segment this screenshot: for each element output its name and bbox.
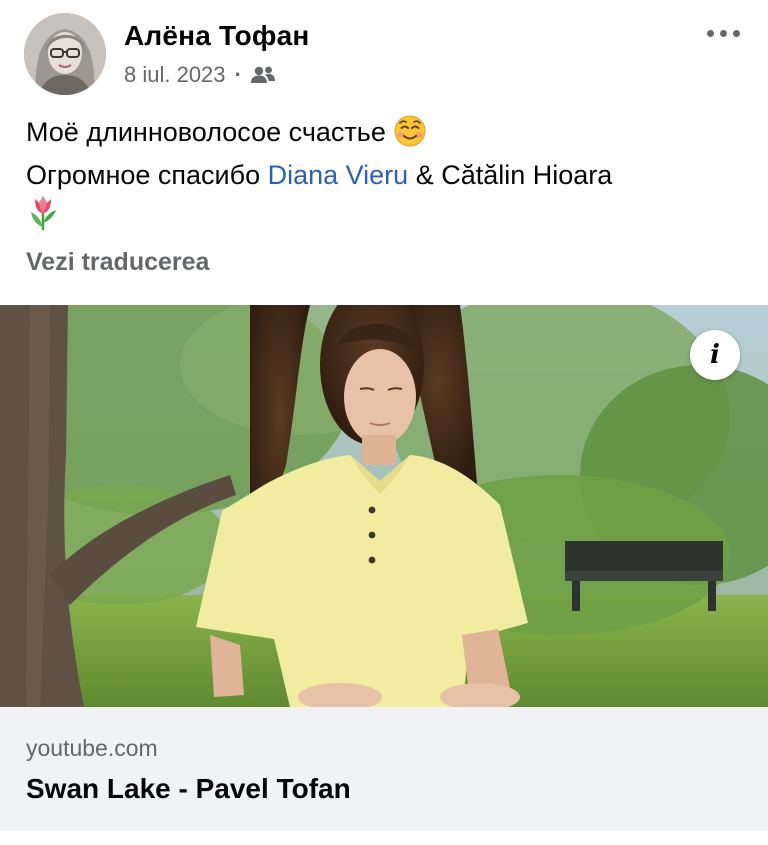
see-translation-link[interactable]: Vezi traducerea <box>26 248 209 277</box>
more-dot <box>732 29 740 37</box>
post-date[interactable]: 8 iul. 2023 <box>124 62 226 88</box>
thumbnail-image <box>0 305 768 707</box>
link-title[interactable]: Swan Lake - Pavel Tofan <box>26 773 351 805</box>
more-dot <box>706 29 714 37</box>
video-thumbnail[interactable] <box>0 305 768 707</box>
post-text-line-1: Моё длинноволосое счастье <box>26 114 746 157</box>
link-domain: youtube.com <box>26 735 158 761</box>
link-preview-card[interactable]: youtube.com Swan Lake - Pavel Tofan <box>0 707 768 831</box>
smiling-face-emoji-icon <box>393 114 427 157</box>
meta-separator: · <box>234 62 242 87</box>
post-meta: 8 iul. 2023 · <box>124 62 276 88</box>
post-text-line-2: Огромное спасибо Diana Vieru & Cătălin H… <box>26 157 746 193</box>
post-text-line-3 <box>26 193 746 240</box>
post-header: Алёна Тофан 8 iul. 2023 · <box>0 0 768 100</box>
post-text: Моё длинноволосое счастье Огромное спаси… <box>26 114 746 240</box>
author-name[interactable]: Алёна Тофан <box>124 20 309 52</box>
more-dot <box>719 29 727 37</box>
tulip-emoji-icon <box>26 193 60 240</box>
mention-link[interactable]: Diana Vieru <box>268 160 409 190</box>
info-icon[interactable]: i <box>690 330 740 380</box>
friends-icon[interactable] <box>250 65 276 85</box>
more-options-icon[interactable] <box>700 18 746 48</box>
avatar[interactable] <box>24 13 106 95</box>
info-glyph: i <box>710 340 720 370</box>
post-text-content: Огромное спасибо <box>26 160 268 190</box>
post-text-content: Моё длинноволосое счастье <box>26 117 386 147</box>
post-text-content: & Cătălin Hioara <box>408 160 613 190</box>
